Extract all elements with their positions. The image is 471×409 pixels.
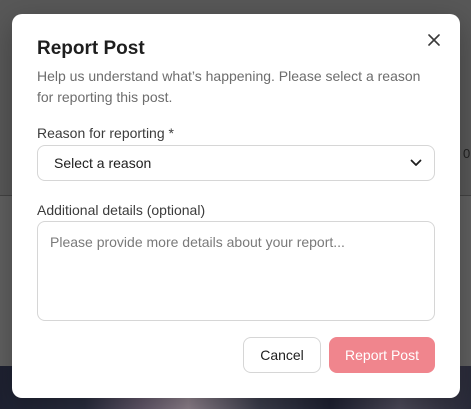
reason-select-value: Select a reason (54, 155, 152, 171)
chevron-down-icon (410, 154, 422, 172)
report-post-button[interactable]: Report Post (329, 337, 435, 373)
details-placeholder: Please provide more details about your r… (50, 234, 345, 250)
details-textarea[interactable]: Please provide more details about your r… (37, 221, 435, 321)
dialog-title: Report Post (37, 38, 145, 59)
reason-label: Reason for reporting * (37, 125, 174, 141)
details-label: Additional details (optional) (37, 202, 206, 218)
close-icon (428, 33, 440, 49)
dialog-subtitle: Help us understand what’s happening. Ple… (37, 68, 421, 105)
report-post-dialog: Report Post Help us understand what’s ha… (12, 14, 460, 398)
cancel-button[interactable]: Cancel (243, 337, 321, 373)
close-button[interactable] (424, 31, 444, 51)
reason-select[interactable]: Select a reason (37, 145, 435, 181)
